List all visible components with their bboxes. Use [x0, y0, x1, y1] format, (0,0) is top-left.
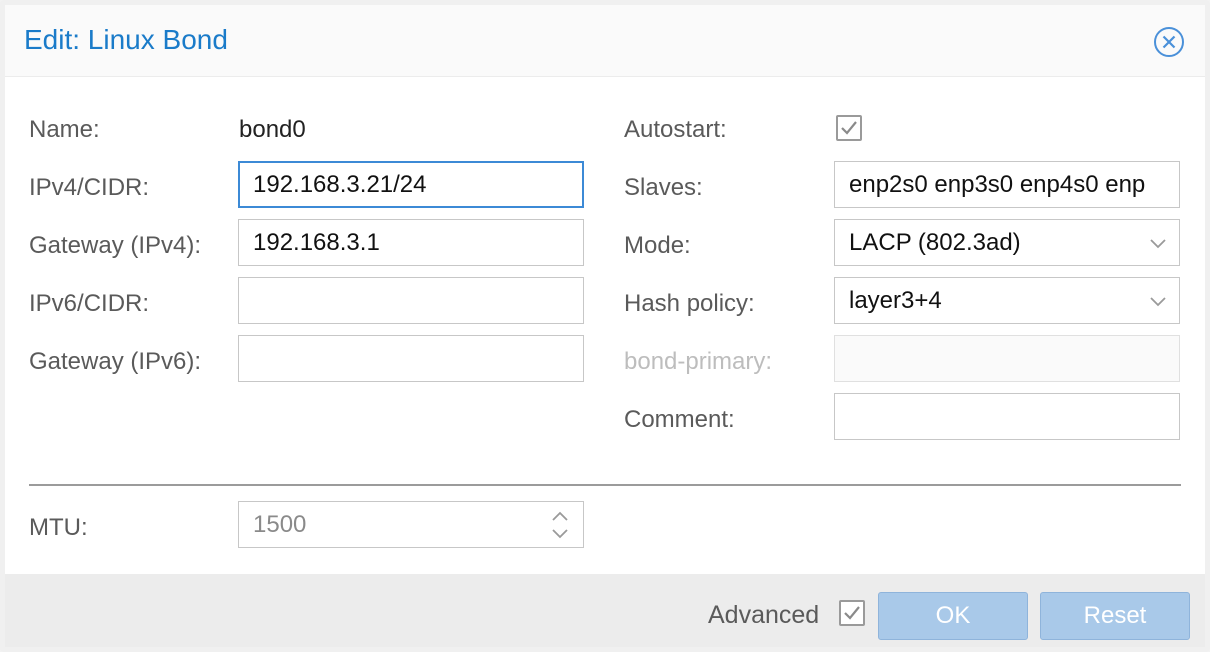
- hash-policy-select[interactable]: layer3+4: [834, 277, 1180, 324]
- mtu-spinner[interactable]: 1500: [238, 501, 584, 548]
- autostart-label: Autostart:: [624, 116, 727, 143]
- mtu-label: MTU:: [29, 514, 88, 541]
- ipv6-input[interactable]: [238, 277, 584, 324]
- ipv4-input[interactable]: 192.168.3.21/24: [238, 161, 584, 208]
- hash-policy-label: Hash policy:: [624, 290, 755, 317]
- bond-primary-input: [834, 335, 1180, 382]
- chevron-down-icon[interactable]: [1147, 290, 1169, 312]
- reset-button[interactable]: Reset: [1040, 592, 1190, 640]
- mode-select[interactable]: LACP (802.3ad): [834, 219, 1180, 266]
- comment-label: Comment:: [624, 406, 735, 433]
- hash-policy-select-value: layer3+4: [849, 286, 942, 314]
- checkmark-icon: [844, 606, 860, 620]
- ok-button[interactable]: OK: [878, 592, 1028, 640]
- dialog-header: Edit: Linux Bond: [5, 5, 1205, 77]
- mtu-value: 1500: [253, 510, 307, 538]
- name-label: Name:: [29, 116, 100, 143]
- mode-label: Mode:: [624, 232, 691, 259]
- gateway-ipv6-label: Gateway (IPv6):: [29, 348, 202, 375]
- gateway-ipv4-label: Gateway (IPv4):: [29, 232, 202, 259]
- slaves-label: Slaves:: [624, 174, 703, 201]
- spinner-arrows-icon[interactable]: [549, 508, 571, 542]
- close-icon[interactable]: [1152, 25, 1186, 59]
- bond-primary-label: bond-primary:: [624, 348, 773, 375]
- dialog-body: Name: bond0 IPv4/CIDR: 192.168.3.21/24 G…: [5, 77, 1205, 574]
- chevron-down-icon[interactable]: [1147, 232, 1169, 254]
- ipv4-label: IPv4/CIDR:: [29, 174, 150, 201]
- dialog-title: Edit: Linux Bond: [24, 24, 228, 55]
- dialog-footer: Advanced OK Reset: [5, 574, 1205, 647]
- mode-select-value: LACP (802.3ad): [849, 228, 1021, 256]
- ipv6-label: IPv6/CIDR:: [29, 290, 150, 317]
- advanced-separator: [29, 484, 1181, 486]
- name-value: bond0: [239, 116, 306, 143]
- checkmark-icon: [841, 121, 857, 135]
- slaves-input[interactable]: enp2s0 enp3s0 enp4s0 enp: [834, 161, 1180, 208]
- edit-linux-bond-dialog: Edit: Linux Bond Name: bond0 IPv4/CIDR: …: [0, 0, 1210, 652]
- advanced-checkbox[interactable]: [839, 600, 865, 626]
- comment-input[interactable]: [834, 393, 1180, 440]
- gateway-ipv4-input[interactable]: 192.168.3.1: [238, 219, 584, 266]
- gateway-ipv6-input[interactable]: [238, 335, 584, 382]
- advanced-label: Advanced: [708, 601, 820, 629]
- autostart-checkbox[interactable]: [836, 115, 862, 141]
